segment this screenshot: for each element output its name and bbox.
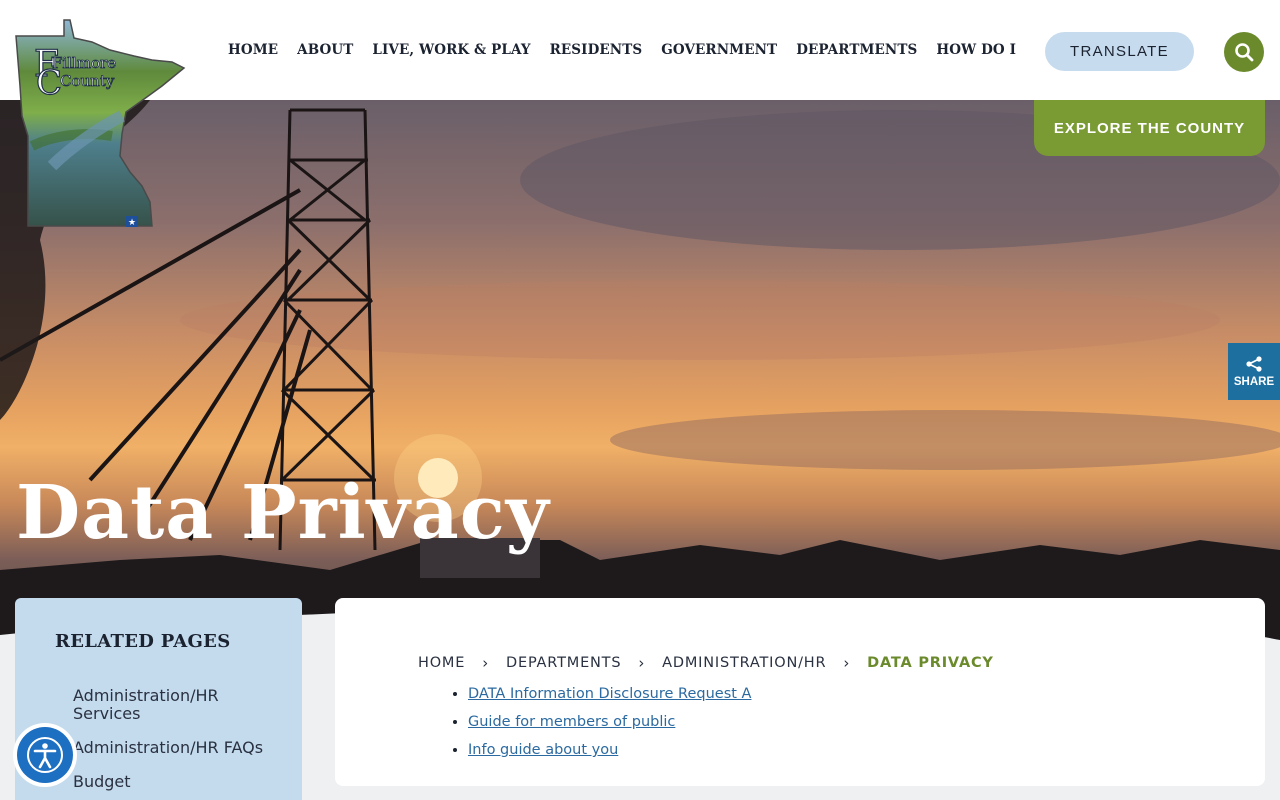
sidebar-link-admin-hr-faqs[interactable]: Administration/HR FAQs — [73, 739, 283, 757]
site-header: HOME ABOUT LIVE, WORK & PLAY RESIDENTS G… — [0, 0, 1280, 100]
list-item: DATA Information Disclosure Request A — [468, 680, 751, 708]
page-title: Data Privacy — [16, 470, 550, 556]
breadcrumb-home[interactable]: HOME — [418, 655, 465, 671]
svg-text:County: County — [60, 72, 115, 90]
chevron-right-icon: › — [482, 654, 490, 672]
related-pages-heading: RELATED PAGES — [55, 631, 231, 652]
doc-link-disclosure-request[interactable]: DATA Information Disclosure Request A — [468, 686, 751, 702]
accessibility-button[interactable] — [13, 723, 77, 787]
svg-text:★: ★ — [128, 218, 136, 228]
doc-link-guide-public[interactable]: Guide for members of public — [468, 714, 675, 730]
document-list: DATA Information Disclosure Request A Gu… — [468, 680, 751, 764]
share-icon — [1246, 355, 1262, 372]
doc-link-info-guide[interactable]: Info guide about you — [468, 742, 618, 758]
main-content: HOME › DEPARTMENTS › ADMINISTRATION/HR ›… — [335, 598, 1265, 786]
main-nav: HOME ABOUT LIVE, WORK & PLAY RESIDENTS G… — [228, 0, 1016, 100]
share-button[interactable]: SHARE — [1228, 343, 1280, 400]
sidebar-link-admin-hr-services[interactable]: Administration/HR Services — [73, 687, 283, 723]
list-item: Info guide about you — [468, 736, 751, 764]
nav-how-do-i[interactable]: HOW DO I — [936, 42, 1016, 58]
nav-live-work-play[interactable]: LIVE, WORK & PLAY — [372, 42, 530, 58]
search-button[interactable] — [1224, 32, 1264, 72]
breadcrumb-departments[interactable]: DEPARTMENTS — [506, 655, 621, 671]
share-label: SHARE — [1233, 375, 1275, 388]
nav-about[interactable]: ABOUT — [297, 42, 353, 58]
nav-government[interactable]: GOVERNMENT — [661, 42, 777, 58]
breadcrumb-current: DATA PRIVACY — [867, 655, 994, 671]
chevron-right-icon: › — [638, 654, 646, 672]
accessibility-icon — [27, 737, 63, 773]
sunset-image — [0, 100, 1280, 660]
search-icon — [1235, 43, 1254, 62]
explore-county-button[interactable]: EXPLORE THE COUNTY — [1034, 100, 1265, 156]
nav-departments[interactable]: DEPARTMENTS — [796, 42, 917, 58]
breadcrumb: HOME › DEPARTMENTS › ADMINISTRATION/HR ›… — [418, 654, 994, 672]
list-item: Guide for members of public — [468, 708, 751, 736]
nav-home[interactable]: HOME — [228, 42, 278, 58]
translate-button[interactable]: TRANSLATE — [1045, 32, 1194, 71]
hero-banner — [0, 100, 1280, 660]
nav-residents[interactable]: RESIDENTS — [550, 42, 643, 58]
chevron-right-icon: › — [843, 654, 851, 672]
svg-text:Fillmore: Fillmore — [52, 54, 116, 72]
county-logo[interactable]: ★ F C Fillmore County — [12, 16, 190, 232]
sidebar-link-budget[interactable]: Budget — [73, 773, 283, 791]
breadcrumb-administration-hr[interactable]: ADMINISTRATION/HR — [662, 655, 826, 671]
